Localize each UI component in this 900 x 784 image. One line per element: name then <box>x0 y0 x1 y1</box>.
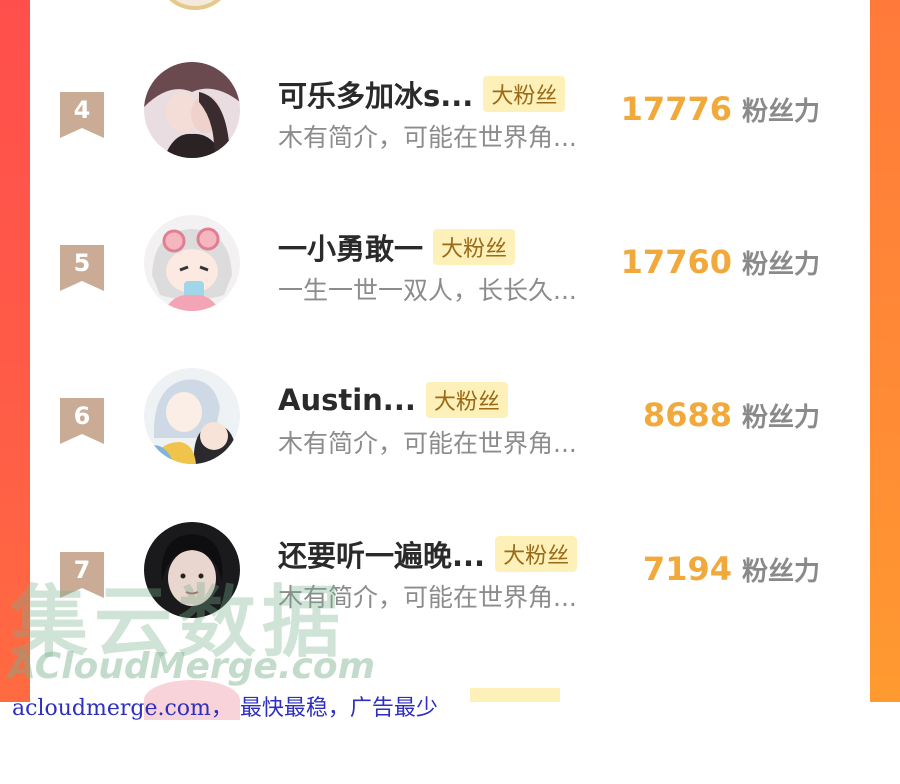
ranking-row[interactable]: 5 一小勇敢一 大粉丝 一生一世一双人，长长久... 17760 粉丝力 <box>30 215 870 365</box>
score-value: 17776 <box>620 90 732 128</box>
next-row-badge <box>470 688 560 702</box>
rank-number: 4 <box>73 96 91 124</box>
user-avatar[interactable] <box>144 522 240 618</box>
rank-badge: 4 <box>60 92 104 138</box>
ranking-row[interactable]: 7 还要听一遍晚... 大粉丝 木有简介，可能在世界角... 7194 粉丝力 <box>30 522 870 672</box>
anime-couple-avatar-icon <box>144 62 240 158</box>
score-value: 17760 <box>620 243 732 281</box>
rank-number: 6 <box>73 402 91 430</box>
user-avatar[interactable] <box>144 215 240 311</box>
user-name[interactable]: Austin... <box>278 383 416 417</box>
rank-badge: 7 <box>60 552 104 598</box>
left-frame-border <box>0 0 30 702</box>
rank-number: 7 <box>73 556 91 584</box>
score-value: 8688 <box>642 396 732 434</box>
anime-duo-avatar-icon <box>144 368 240 464</box>
photo-girl-avatar-icon <box>144 522 240 618</box>
rank-badge: 5 <box>60 245 104 291</box>
fan-power-score: 7194 粉丝力 <box>643 550 820 588</box>
user-intro: 木有简介，可能在世界角... <box>278 429 577 458</box>
score-unit: 粉丝力 <box>741 97 820 127</box>
anime-girl-goggles-avatar-icon <box>144 215 240 311</box>
score-unit: 粉丝力 <box>741 557 820 587</box>
fan-ranking-card: 4 可乐多加冰s... 大粉丝 木有简介，可能在世界角... 17776 粉丝力 <box>30 0 870 702</box>
score-value: 7194 <box>642 550 732 588</box>
ranking-row[interactable]: 4 可乐多加冰s... 大粉丝 木有简介，可能在世界角... 17776 粉丝力 <box>30 62 870 212</box>
previous-row-avatar[interactable] <box>158 0 232 10</box>
user-intro: 木有简介，可能在世界角... <box>278 123 577 152</box>
footer-ad-text[interactable]: acloudmerge.com， 最快最稳，广告最少 <box>12 690 438 722</box>
score-unit: 粉丝力 <box>741 250 820 280</box>
fan-power-score: 17760 粉丝力 <box>621 243 820 281</box>
fan-power-score: 17776 粉丝力 <box>621 90 820 128</box>
rank-badge: 6 <box>60 398 104 444</box>
fan-level-badge: 大粉丝 <box>433 229 516 265</box>
fan-level-badge: 大粉丝 <box>425 382 508 418</box>
score-unit: 粉丝力 <box>741 403 820 433</box>
user-name[interactable]: 还要听一遍晚... <box>278 533 485 575</box>
ranking-row[interactable]: 6 Austin... 大粉丝 木有简介，可能在世界角... 8688 粉丝力 <box>30 368 870 518</box>
user-name[interactable]: 一小勇敢一 <box>278 226 423 268</box>
fan-level-badge: 大粉丝 <box>483 76 566 112</box>
fan-power-score: 8688 粉丝力 <box>643 396 820 434</box>
fan-level-badge: 大粉丝 <box>495 536 578 572</box>
user-name[interactable]: 可乐多加冰s... <box>278 73 473 115</box>
user-intro: 木有简介，可能在世界角... <box>278 583 577 612</box>
user-intro: 一生一世一双人，长长久... <box>278 276 577 305</box>
user-avatar[interactable] <box>144 62 240 158</box>
right-frame-border <box>870 0 900 702</box>
user-avatar[interactable] <box>144 368 240 464</box>
rank-number: 5 <box>73 249 91 277</box>
